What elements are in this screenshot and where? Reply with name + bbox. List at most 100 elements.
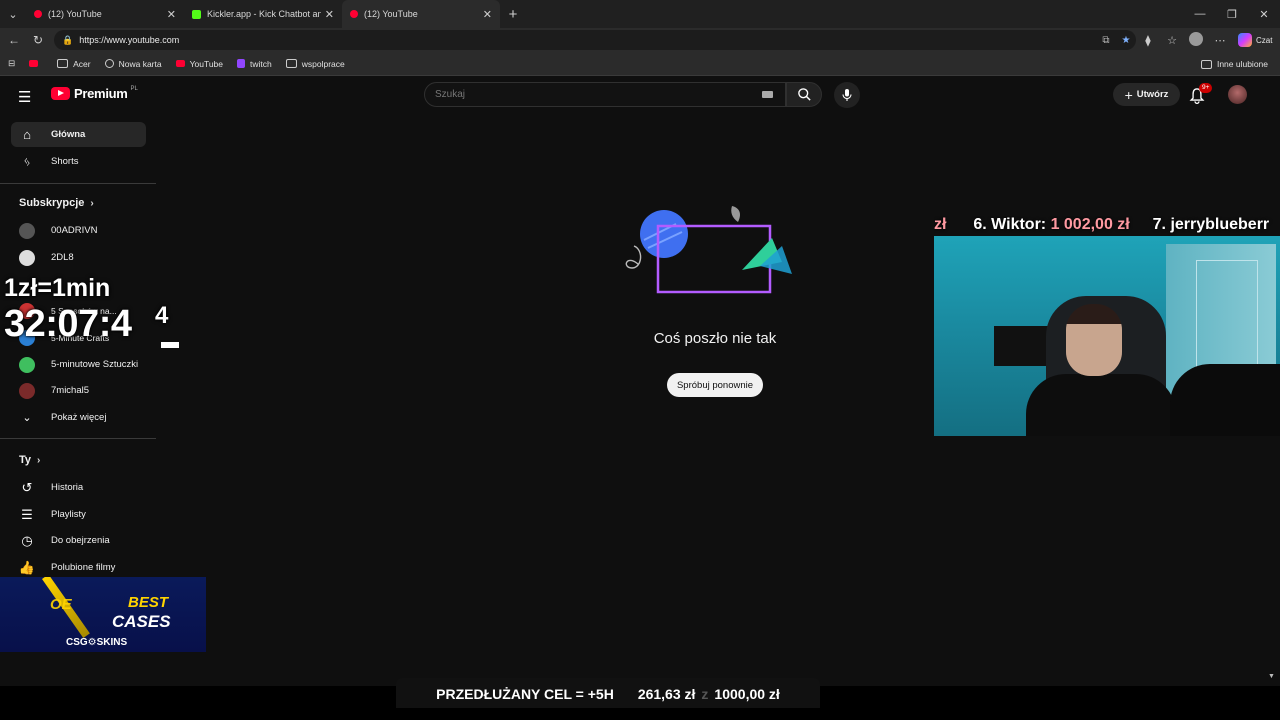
search-button[interactable] — [786, 82, 822, 107]
scroll-down-icon[interactable]: ▼ — [1268, 673, 1275, 680]
bookmark-label: YouTube — [189, 58, 224, 69]
browser-tab-active[interactable]: (12) YouTube ✕ — [342, 0, 500, 28]
extensions-icon[interactable]: ⧫ — [1136, 34, 1160, 47]
bookmark-item[interactable]: Acer — [57, 59, 91, 69]
channel-avatar — [19, 356, 35, 373]
back-arrow-icon[interactable]: ← — [2, 28, 26, 52]
donor-rank: 6. — [973, 216, 992, 233]
goal-current: 261,63 zł — [637, 686, 696, 702]
browser-tab-bar: ⌄ (12) YouTube ✕ Kickler.app - Kick Chat… — [0, 0, 1280, 28]
subscriptions-heading[interactable]: Subskrypcje › — [19, 197, 94, 209]
tab-list-chevron-icon[interactable]: ⌄ — [0, 0, 26, 28]
copilot-button[interactable]: Czat — [1238, 33, 1272, 47]
browser-toolbar: ← ↻ 🔒 https://www.youtube.com ⧉ ★ ⧫ ☆ ⋯ … — [0, 28, 1280, 52]
browser-tab[interactable]: Kickler.app - Kick Chatbot and Ov ✕ — [184, 0, 342, 28]
new-tab-plus-icon[interactable]: + — [500, 6, 526, 23]
sidebar-item-channel[interactable]: 00ADRIVN — [11, 218, 146, 243]
folder-icon — [57, 59, 69, 68]
sidebar-item-label: Playlisty — [51, 509, 86, 520]
show-more-button[interactable]: ⌄ Pokaż więcej — [11, 405, 146, 430]
favorites-icon[interactable]: ☆ — [1160, 34, 1184, 47]
goal-overlay: PRZEDŁUŻANY CEL = +5H 261,63 zł z 1000,0… — [396, 683, 820, 705]
voice-search-button[interactable] — [834, 82, 860, 108]
notifications-button[interactable]: 9+ — [1189, 83, 1213, 105]
bookmark-label: twitch — [250, 58, 272, 69]
screen: ⌄ (12) YouTube ✕ Kickler.app - Kick Chat… — [0, 0, 1280, 720]
donor-ticker: zł 6. Wiktor: 1 002,00 zł 7. jerrybluebe… — [934, 216, 1280, 238]
microphone-icon — [842, 89, 852, 101]
close-tab-icon[interactable]: ✕ — [483, 8, 492, 21]
clock-icon: ◷ — [21, 532, 33, 548]
copilot-icon — [1238, 33, 1252, 47]
donor-name: jerryblueberr — [1170, 216, 1270, 233]
favorite-star-icon[interactable]: ★ — [1116, 35, 1136, 46]
create-button[interactable]: + Utwórz — [1113, 83, 1180, 106]
sidebar-item-label: Polubione filmy — [51, 562, 116, 573]
close-tab-icon[interactable]: ✕ — [167, 8, 176, 21]
youtube-premium-logo[interactable]: Premium PL — [51, 86, 138, 101]
profile-avatar[interactable] — [1184, 31, 1208, 49]
user-avatar[interactable] — [1228, 85, 1247, 104]
donor-rank: 7. — [1152, 216, 1171, 233]
timer-digit: 4 — [155, 302, 169, 329]
streamer-arm — [1170, 364, 1280, 436]
timer-rate: 1zł=1min — [4, 274, 111, 302]
donor-name: Wiktor: — [991, 216, 1051, 233]
bookmark-label: wspolprace — [301, 58, 345, 69]
globe-icon — [104, 59, 114, 68]
window-controls: — ❐ ✕ — [1184, 0, 1280, 28]
folder-icon — [285, 59, 297, 68]
sidebar-item-playlists[interactable]: ☰ Playlisty — [11, 502, 146, 527]
refresh-icon[interactable]: ↻ — [26, 28, 50, 52]
error-illustration — [625, 206, 792, 294]
playlist-icon: ☰ — [21, 506, 33, 522]
minimize-icon[interactable]: — — [1184, 0, 1216, 28]
hamburger-menu-icon[interactable]: ☰ — [18, 88, 34, 106]
address-bar[interactable]: 🔒 https://www.youtube.com ⧉ ★ — [54, 30, 1136, 50]
youtube-play-icon — [51, 87, 70, 100]
search-input[interactable]: Szukaj — [424, 82, 786, 107]
bookmark-item[interactable] — [29, 60, 43, 67]
bookmark-item[interactable]: wspolprace — [285, 58, 345, 69]
retry-button[interactable]: Spróbuj ponownie — [667, 373, 763, 397]
close-tab-icon[interactable]: ✕ — [325, 8, 334, 21]
sidebar-item-label: Shorts — [51, 156, 79, 167]
sidebar-item-home[interactable]: ⌂ Główna — [11, 122, 146, 147]
tab-title: Kickler.app - Kick Chatbot and Ov — [207, 9, 321, 19]
keyboard-icon[interactable] — [762, 91, 773, 98]
close-window-icon[interactable]: ✕ — [1248, 0, 1280, 28]
other-favorites[interactable]: Inne ulubione — [1200, 59, 1268, 69]
browser-tab[interactable]: (12) YouTube ✕ — [26, 0, 184, 28]
streamer-body — [1026, 374, 1176, 436]
channel-avatar — [19, 382, 35, 399]
url-text: https://www.youtube.com — [79, 35, 180, 45]
sidebar-item-watch-later[interactable]: ◷ Do obejrzenia — [11, 528, 146, 553]
bookmark-item[interactable]: YouTube — [175, 58, 224, 69]
bookmark-item[interactable]: twitch — [237, 59, 272, 69]
more-menu-icon[interactable]: ⋯ — [1208, 34, 1232, 47]
you-heading[interactable]: Ty › — [19, 454, 40, 466]
sidebar-item-channel[interactable]: 7michal5 — [11, 378, 146, 403]
history-icon: ↺ — [21, 479, 33, 495]
sidebar-item-shorts[interactable]: ᛃ Shorts — [11, 149, 146, 174]
twitch-icon — [237, 59, 246, 68]
sidebar-item-channel[interactable]: 2DL8 — [11, 245, 146, 270]
error-message: Coś poszło nie tak — [653, 330, 777, 347]
youtube-icon — [350, 10, 358, 18]
toolbar-right: ⧫ ☆ ⋯ Czat — [1136, 31, 1272, 49]
bookmark-item[interactable]: Nowa karta — [104, 59, 162, 69]
bookmarks-bar: ⊟ Acer Nowa karta YouTube twitch wspolpr… — [0, 52, 1280, 76]
reading-view-icon[interactable]: ⊟ — [8, 58, 15, 69]
restore-icon[interactable]: ❐ — [1216, 0, 1248, 28]
sidebar-item-channel[interactable]: 5-minutowe Sztuczki — [11, 352, 146, 377]
sidebar-item-history[interactable]: ↺ Historia — [11, 475, 146, 500]
plus-icon: + — [1124, 86, 1133, 103]
app-available-icon[interactable]: ⧉ — [1096, 35, 1116, 46]
sidebar-item-label: Historia — [51, 482, 84, 493]
channel-name: 7michal5 — [51, 385, 90, 396]
masthead: ☰ Premium PL Szukaj + Utwórz 9+ — [0, 76, 1280, 114]
home-icon: ⌂ — [23, 127, 31, 142]
thumbs-up-icon: 👍 — [18, 559, 36, 575]
other-favorites-label: Inne ulubione — [1216, 59, 1268, 69]
channel-name: 00ADRIVN — [51, 225, 98, 236]
